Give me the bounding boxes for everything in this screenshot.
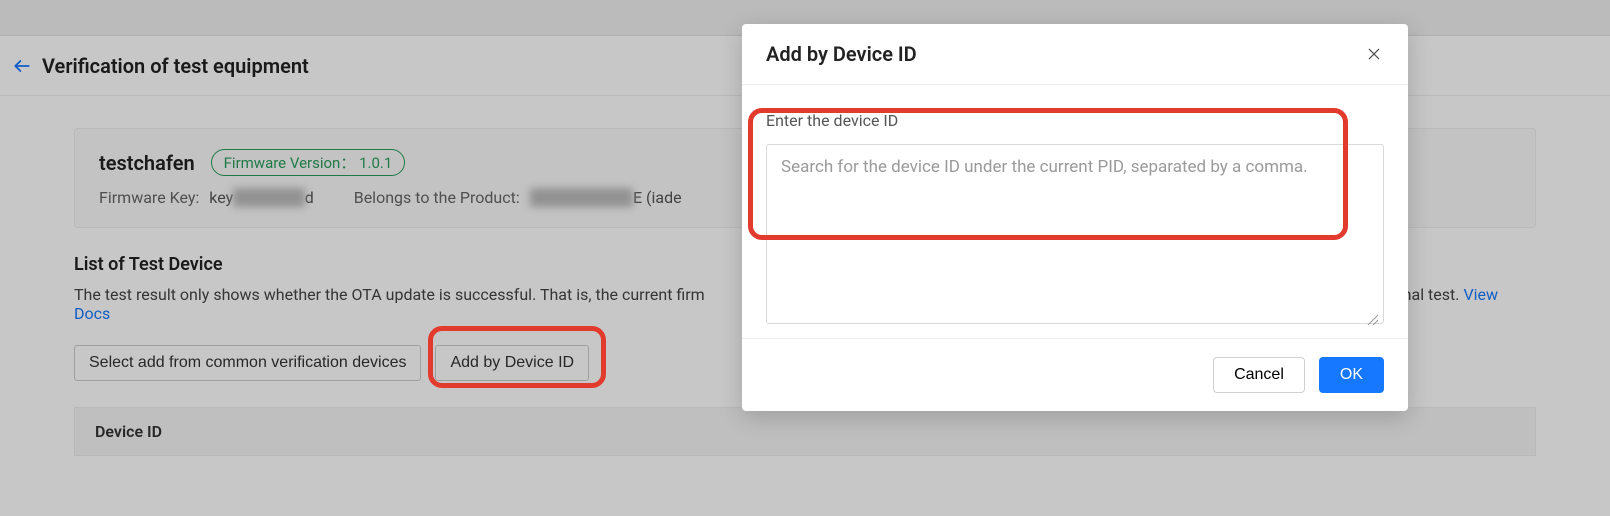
add-device-modal: Add by Device ID Enter the device ID Can… (742, 24, 1408, 411)
device-id-field-label: Enter the device ID (766, 111, 1384, 130)
ok-button[interactable]: OK (1319, 357, 1384, 393)
resize-handle-icon[interactable] (1366, 310, 1378, 322)
modal-title: Add by Device ID (766, 42, 917, 66)
device-id-textarea[interactable] (766, 144, 1384, 324)
cancel-button[interactable]: Cancel (1213, 357, 1305, 393)
close-icon[interactable] (1364, 44, 1384, 64)
